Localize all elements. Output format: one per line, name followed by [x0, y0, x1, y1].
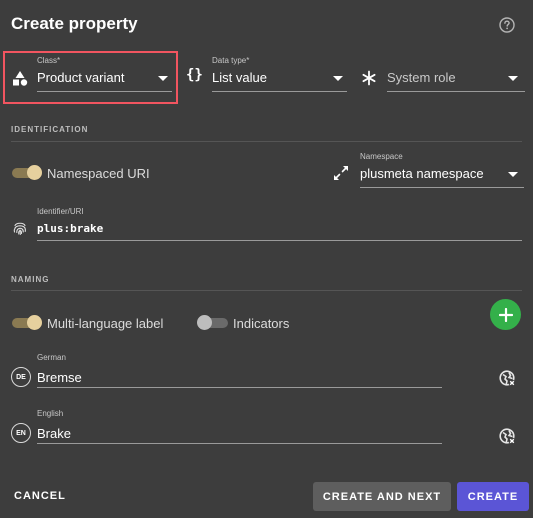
class-field-value: Product variant — [37, 70, 125, 85]
fingerprint-icon — [13, 222, 26, 236]
label-input-en[interactable]: Brake — [37, 421, 442, 445]
indicators-toggle[interactable]: Indicators — [197, 314, 297, 332]
chevron-down-icon — [508, 172, 518, 177]
datatype-field[interactable]: {} Data type* List value — [186, 56, 348, 94]
create-and-next-button[interactable]: CREATE AND NEXT — [313, 482, 451, 511]
language-label-en: English — [37, 409, 64, 418]
plus-icon — [498, 307, 513, 322]
cancel-button-label: CANCEL — [14, 490, 66, 502]
toggle-knob — [27, 165, 42, 180]
identifier-field-value: plus:brake — [37, 222, 104, 235]
class-field[interactable]: Class* Product variant — [12, 56, 174, 94]
label-input-en-value: Brake — [37, 426, 71, 441]
section-divider — [11, 141, 522, 142]
namespace-field-label: Namespace — [360, 152, 403, 161]
dialog-title: Create property — [11, 14, 138, 33]
chevron-down-icon — [333, 76, 343, 81]
language-row-en: EN English Brake — [10, 409, 520, 449]
system-role-underline — [387, 91, 525, 92]
language-badge-en: EN — [11, 423, 31, 443]
label-input-de[interactable]: Bremse — [37, 365, 442, 389]
namespaced-uri-label: Namespaced URI — [47, 166, 150, 181]
datatype-field-label: Data type* — [212, 56, 250, 65]
add-language-button[interactable] — [490, 299, 521, 330]
toggle-knob — [197, 315, 212, 330]
chevron-down-icon — [508, 76, 518, 81]
identifier-field-label: Identifier/URI — [37, 207, 84, 216]
language-row-de: DE German Bremse — [10, 353, 520, 393]
label-input-underline — [37, 387, 442, 388]
system-role-field[interactable]: System role — [361, 56, 525, 94]
class-field-label: Class* — [37, 56, 61, 65]
multi-language-label: Multi-language label — [47, 316, 164, 331]
toggle-knob — [27, 315, 42, 330]
identifier-field[interactable]: Identifier/URI plus:brake — [12, 207, 522, 243]
language-label-de: German — [37, 353, 66, 362]
help-icon[interactable] — [499, 17, 515, 33]
curly-braces-icon: {} — [186, 67, 203, 83]
expand-arrows-icon — [334, 166, 348, 180]
indicators-label: Indicators — [233, 316, 290, 331]
datatype-field-underline — [212, 91, 347, 92]
asterisk-icon — [362, 70, 376, 86]
section-title-identification: IDENTIFICATION — [11, 125, 89, 134]
identifier-field-underline — [37, 240, 522, 241]
namespace-field-underline — [360, 187, 524, 188]
language-badge-de: DE — [11, 367, 31, 387]
globe-translate-icon[interactable] — [499, 370, 516, 387]
shapes-icon — [13, 71, 28, 86]
section-title-naming: NAMING — [11, 275, 50, 284]
namespaced-uri-toggle[interactable]: Namespaced URI — [11, 164, 161, 182]
multi-language-toggle[interactable]: Multi-language label — [11, 314, 171, 332]
datatype-field-value: List value — [212, 70, 267, 85]
create-button[interactable]: CREATE — [457, 482, 529, 511]
create-and-next-label: CREATE AND NEXT — [322, 490, 442, 503]
section-divider — [11, 290, 522, 291]
create-button-label: CREATE — [467, 490, 519, 503]
label-input-underline — [37, 443, 442, 444]
label-input-de-value: Bremse — [37, 370, 82, 385]
namespace-field[interactable]: Namespace plusmeta namespace — [333, 152, 525, 190]
chevron-down-icon — [158, 76, 168, 81]
namespace-field-value: plusmeta namespace — [360, 166, 484, 181]
class-field-underline — [37, 91, 172, 92]
globe-translate-icon[interactable] — [499, 428, 516, 445]
cancel-button[interactable]: CANCEL — [14, 482, 84, 510]
system-role-placeholder: System role — [387, 70, 456, 85]
